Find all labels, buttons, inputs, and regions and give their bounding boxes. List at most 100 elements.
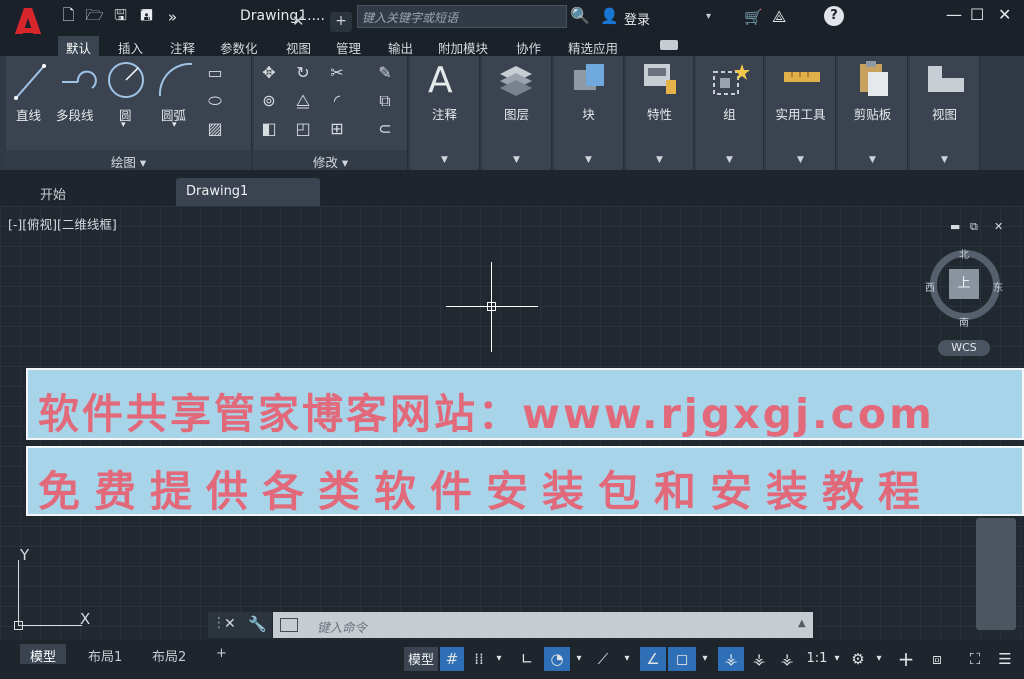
draw-panel-title[interactable]: 绘图 ▾: [6, 150, 251, 170]
more-icon[interactable]: »: [162, 7, 183, 27]
layout-tab-layout1[interactable]: 布局1: [78, 644, 132, 665]
cart-icon[interactable]: 🛒: [744, 8, 763, 26]
scale-icon[interactable]: ◰: [292, 118, 314, 140]
save-as-icon[interactable]: 🖪: [136, 6, 157, 27]
chevron-down-icon[interactable]: ▾: [872, 647, 886, 671]
explode-icon[interactable]: ⧉: [374, 90, 396, 112]
tab-default[interactable]: 默认: [58, 36, 100, 56]
line-tool[interactable]: 直线: [16, 105, 41, 124]
chevron-down-icon[interactable]: ▾: [706, 11, 711, 22]
tab-manage[interactable]: 管理: [328, 36, 369, 56]
ribbon-toggle-button[interactable]: [660, 40, 678, 50]
fullscreen-icon[interactable]: ⛶: [962, 647, 988, 671]
minimize-icon[interactable]: —: [946, 5, 962, 24]
maximize-icon[interactable]: ☐: [970, 5, 984, 24]
chevron-down-icon[interactable]: ▾: [172, 120, 177, 130]
save-icon[interactable]: 🖫: [110, 6, 131, 27]
object-snap-icon[interactable]: ◻: [668, 647, 696, 671]
isolate-objects-icon[interactable]: ⧈: [924, 647, 950, 671]
open-icon[interactable]: 🗁: [84, 6, 105, 27]
add-icon[interactable]: +: [894, 647, 918, 671]
rectangle-icon[interactable]: ▭: [204, 62, 226, 84]
command-history-icon[interactable]: [280, 618, 298, 632]
compass-south[interactable]: 南: [959, 314, 969, 329]
object-snap-tracking-icon[interactable]: ∠: [640, 647, 666, 671]
viewport-minimize-icon[interactable]: ▬: [950, 220, 960, 233]
wcs-menu[interactable]: WCS: [938, 340, 990, 356]
utilities-panel[interactable]: 实用工具 ▼: [766, 56, 836, 170]
search-input[interactable]: 键入关键字或短语: [357, 5, 567, 28]
compass-west[interactable]: 西: [925, 279, 935, 294]
a360-icon[interactable]: ⟁: [772, 7, 786, 27]
chevron-down-icon[interactable]: ▾: [830, 647, 844, 671]
command-input[interactable]: 键入命令: [273, 612, 813, 638]
login-button[interactable]: 登录: [624, 9, 650, 28]
close-icon[interactable]: ✕: [998, 5, 1011, 24]
tab-collaborate[interactable]: 协作: [508, 36, 549, 56]
tab-addins[interactable]: 附加模块: [430, 36, 496, 56]
annotation-scale-icon[interactable]: ⚶: [776, 647, 798, 671]
polyline-icon[interactable]: [60, 64, 100, 100]
model-space-button[interactable]: 模型: [404, 647, 439, 671]
copy-icon[interactable]: ⊚: [258, 90, 280, 112]
chevron-down-icon[interactable]: ▾: [121, 120, 126, 130]
user-icon[interactable]: 👤: [600, 7, 619, 25]
grid-icon[interactable]: #: [440, 647, 464, 671]
auto-scale-icon[interactable]: ⚶: [748, 647, 770, 671]
customize-menu-icon[interactable]: ☰: [992, 647, 1018, 671]
scale-selector[interactable]: 1:1: [804, 647, 830, 671]
search-icon[interactable]: 🔍: [570, 6, 590, 25]
view-panel[interactable]: 视图 ▼: [910, 56, 980, 170]
viewport-close-icon[interactable]: ✕: [994, 220, 1003, 233]
viewcube-top-face[interactable]: 上: [949, 269, 979, 299]
tab-drawing1[interactable]: Drawing1: [176, 178, 320, 206]
annotation-panel[interactable]: A 注释 ▼: [410, 56, 480, 170]
customize-icon[interactable]: 🔧: [248, 615, 267, 633]
compass-east[interactable]: 东: [993, 279, 1003, 294]
move-icon[interactable]: ✥: [258, 62, 280, 84]
tab-annotate[interactable]: 注释: [162, 36, 203, 56]
gear-icon[interactable]: ⚙: [846, 647, 870, 671]
layout-tab-model[interactable]: 模型: [20, 644, 67, 665]
chevron-down-icon[interactable]: ▾: [492, 647, 506, 671]
isometric-icon[interactable]: ⟋: [592, 647, 614, 671]
circle-icon[interactable]: [106, 60, 146, 100]
help-icon[interactable]: ?: [824, 6, 844, 26]
snap-icon[interactable]: ⁞⁞: [468, 647, 490, 671]
tab-view[interactable]: 视图: [278, 36, 319, 56]
tab-output[interactable]: 输出: [380, 36, 421, 56]
group-panel[interactable]: 组 ▼: [696, 56, 764, 170]
line-icon[interactable]: [14, 62, 46, 102]
arc-icon[interactable]: [156, 60, 196, 100]
block-panel[interactable]: 块 ▼: [554, 56, 624, 170]
close-icon[interactable]: ✕: [224, 616, 236, 632]
viewport-controls-label[interactable]: [-][俯视][二维线框]: [8, 214, 117, 233]
ortho-icon[interactable]: ∟: [516, 647, 538, 671]
tab-parametric[interactable]: 参数化: [212, 36, 266, 56]
compass-north[interactable]: 北: [959, 246, 969, 261]
new-icon[interactable]: 🗋: [58, 6, 79, 27]
layers-panel[interactable]: 图层 ▼: [482, 56, 552, 170]
fillet-icon[interactable]: ◜: [326, 90, 348, 112]
clipboard-panel[interactable]: 剪贴板 ▼: [838, 56, 908, 170]
tab-start[interactable]: 开始: [30, 178, 76, 206]
command-line-handle[interactable]: ⋮ ✕ 🔧: [208, 612, 272, 638]
add-layout-icon[interactable]: +: [206, 644, 237, 664]
chevron-down-icon[interactable]: ▾: [698, 647, 712, 671]
tab-insert[interactable]: 插入: [110, 36, 151, 56]
mirror-icon[interactable]: ⧋: [292, 90, 314, 112]
viewport-restore-icon[interactable]: ⧉: [970, 220, 978, 234]
layout-tab-layout2[interactable]: 布局2: [142, 644, 196, 665]
polar-tracking-icon[interactable]: ◔: [544, 647, 570, 671]
hatch-icon[interactable]: ▨: [204, 118, 226, 140]
navigation-bar[interactable]: [976, 518, 1016, 630]
modify-panel-title[interactable]: 修改 ▾: [254, 150, 407, 170]
ellipse-icon[interactable]: ⬭: [204, 90, 226, 112]
trim-icon[interactable]: ✂: [326, 62, 348, 84]
array-icon[interactable]: ⊞: [326, 118, 348, 140]
tab-featured-apps[interactable]: 精选应用: [560, 36, 626, 56]
chevron-down-icon[interactable]: ▾: [572, 647, 586, 671]
chevron-down-icon[interactable]: ▾: [620, 647, 634, 671]
close-tab-icon[interactable]: ✕: [292, 12, 305, 30]
rotate-icon[interactable]: ↻: [292, 62, 314, 84]
